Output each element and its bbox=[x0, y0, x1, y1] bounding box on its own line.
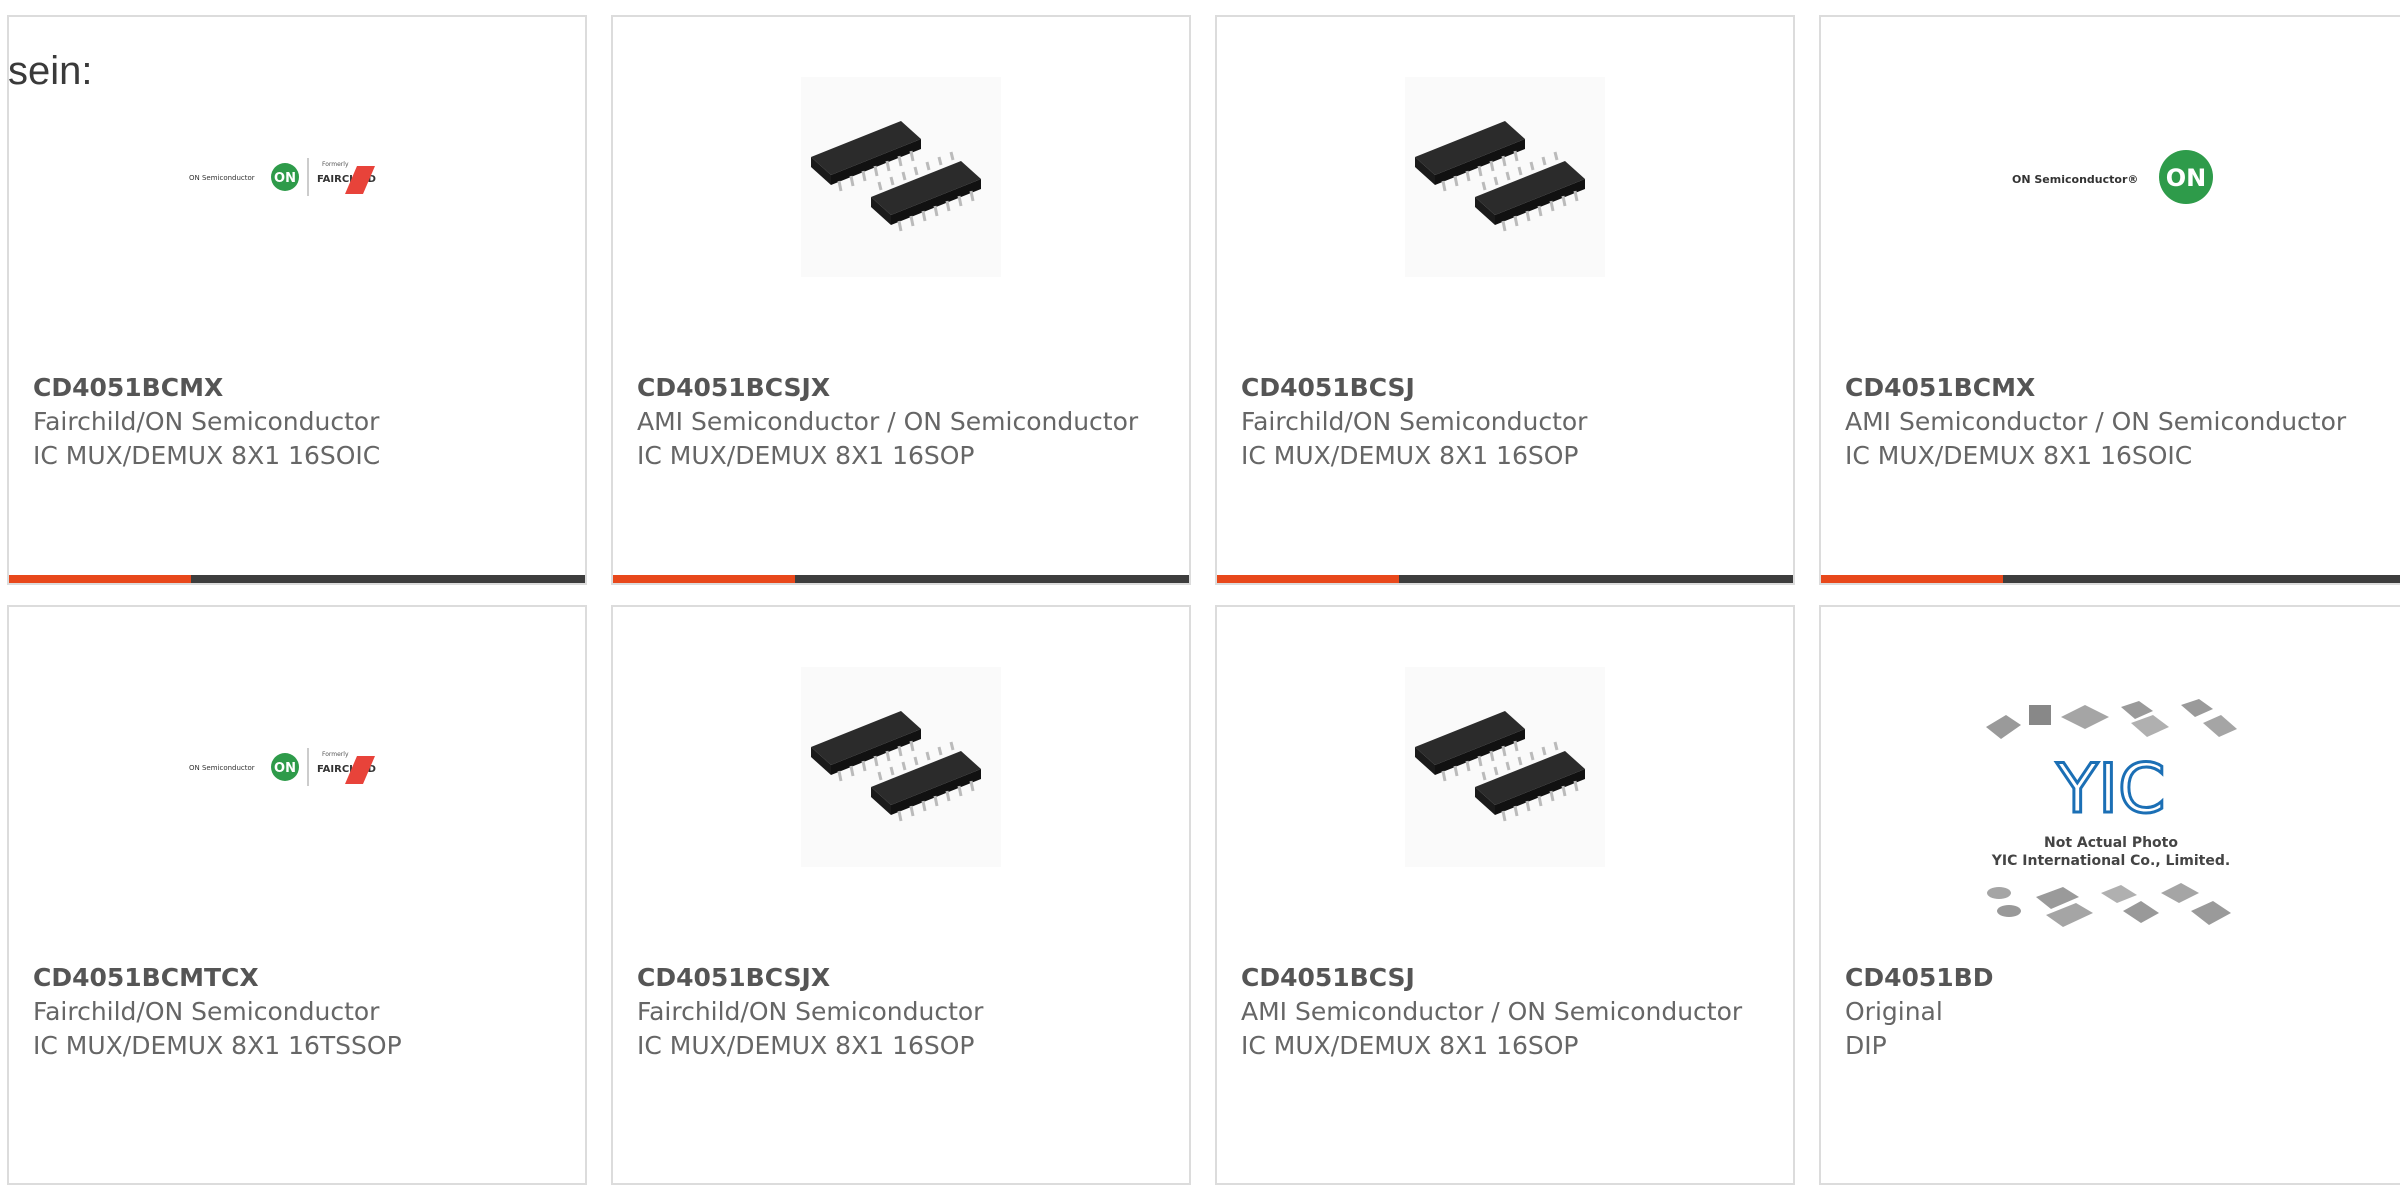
part-number[interactable]: CD4051BCSJX bbox=[637, 371, 1169, 405]
part-number[interactable]: CD4051BCMX bbox=[1845, 371, 2380, 405]
card-bar-accent bbox=[1217, 575, 1399, 583]
yic-note-line1: Not Actual Photo bbox=[2044, 835, 2178, 851]
chip-photo bbox=[1405, 77, 1605, 277]
yic-mark: YIC bbox=[2055, 750, 2165, 829]
product-card[interactable]: ON Semiconductor ON Formerly FAIRCHILD C… bbox=[7, 605, 587, 1185]
description: IC MUX/DEMUX 8X1 16TSSOP bbox=[33, 1031, 402, 1060]
product-card[interactable]: CD4051BCSJX AMI Semiconductor / ON Semic… bbox=[611, 15, 1191, 585]
manufacturer: Fairchild/ON Semiconductor bbox=[1241, 407, 1588, 436]
product-card[interactable]: ON Semiconductor ON Formerly FAIRCHILD C… bbox=[7, 15, 587, 585]
product-card[interactable]: CD4051BCSJX Fairchild/ON Semiconductor I… bbox=[611, 605, 1191, 1185]
manufacturer: AMI Semiconductor / ON Semiconductor bbox=[1845, 407, 2347, 436]
fairchild-on-logo: ON Semiconductor ON Formerly FAIRCHILD bbox=[189, 748, 376, 786]
card-bar bbox=[613, 575, 1189, 583]
description: IC MUX/DEMUX 8X1 16SOP bbox=[637, 1031, 975, 1060]
card-bar-accent bbox=[1821, 575, 2003, 583]
part-number[interactable]: CD4051BCSJX bbox=[637, 961, 1169, 995]
on-semi-logo: ON Semiconductor® ON bbox=[2012, 150, 2213, 204]
product-image: YIC Not Actual Photo YIC International C… bbox=[1821, 687, 2400, 947]
part-number[interactable]: CD4051BCMX bbox=[33, 371, 565, 405]
product-image: ON Semiconductor ON Formerly FAIRCHILD bbox=[9, 77, 585, 277]
part-number[interactable]: CD4051BCMTCX bbox=[33, 961, 565, 995]
card-bar-accent bbox=[9, 575, 191, 583]
yic-placeholder: YIC Not Actual Photo YIC International C… bbox=[1985, 699, 2237, 927]
description: IC MUX/DEMUX 8X1 16SOP bbox=[1241, 441, 1579, 470]
card-bar-accent bbox=[613, 575, 795, 583]
manufacturer: Original bbox=[1845, 997, 1943, 1026]
formerly-text: Formerly bbox=[322, 161, 349, 168]
card-bar bbox=[9, 575, 585, 583]
description: IC MUX/DEMUX 8X1 16SOIC bbox=[33, 441, 381, 470]
description: DIP bbox=[1845, 1031, 1887, 1060]
yic-note-line2: YIC International Co., Limited. bbox=[1990, 853, 2229, 869]
part-number[interactable]: CD4051BCSJ bbox=[1241, 371, 1773, 405]
product-image bbox=[613, 77, 1189, 277]
on-mark-text: ON bbox=[274, 761, 296, 776]
manufacturer: AMI Semiconductor / ON Semiconductor bbox=[637, 407, 1139, 436]
description: IC MUX/DEMUX 8X1 16SOP bbox=[1241, 1031, 1579, 1060]
product-card[interactable]: YIC Not Actual Photo YIC International C… bbox=[1819, 605, 2400, 1185]
manufacturer: Fairchild/ON Semiconductor bbox=[637, 997, 984, 1026]
chip-photo bbox=[801, 77, 1001, 277]
product-card[interactable]: ON Semiconductor® ON CD4051BCMX AMI Semi… bbox=[1819, 15, 2400, 585]
product-image: ON Semiconductor® ON bbox=[1821, 77, 2400, 277]
manufacturer: Fairchild/ON Semiconductor bbox=[33, 407, 380, 436]
description: IC MUX/DEMUX 8X1 16SOIC bbox=[1845, 441, 2193, 470]
product-image bbox=[1217, 667, 1793, 867]
chip-photo bbox=[1405, 667, 1605, 867]
product-card[interactable]: CD4051BCSJ Fairchild/ON Semiconductor IC… bbox=[1215, 15, 1795, 585]
product-image bbox=[1217, 77, 1793, 277]
product-card[interactable]: CD4051BCSJ AMI Semiconductor / ON Semico… bbox=[1215, 605, 1795, 1185]
on-mark-text: ON bbox=[2165, 164, 2206, 192]
section-heading: sein: bbox=[8, 49, 93, 93]
part-number[interactable]: CD4051BCSJ bbox=[1241, 961, 1773, 995]
product-image: ON Semiconductor ON Formerly FAIRCHILD bbox=[9, 667, 585, 867]
manufacturer: AMI Semiconductor / ON Semiconductor bbox=[1241, 997, 1743, 1026]
manufacturer: Fairchild/ON Semiconductor bbox=[33, 997, 380, 1026]
card-bar bbox=[1821, 575, 2400, 583]
on-semi-large-text: ON Semiconductor® bbox=[2012, 173, 2138, 186]
product-image bbox=[613, 667, 1189, 867]
part-number[interactable]: CD4051BD bbox=[1845, 961, 2380, 995]
description: IC MUX/DEMUX 8X1 16SOP bbox=[637, 441, 975, 470]
chip-photo bbox=[801, 667, 1001, 867]
on-mark-text: ON bbox=[274, 171, 296, 186]
on-semi-small-text: ON Semiconductor bbox=[189, 764, 255, 772]
fairchild-on-logo: ON Semiconductor ON Formerly FAIRCHILD bbox=[189, 158, 376, 196]
on-semi-small-text: ON Semiconductor bbox=[189, 174, 255, 182]
formerly-text: Formerly bbox=[322, 751, 349, 758]
card-bar bbox=[1217, 575, 1793, 583]
